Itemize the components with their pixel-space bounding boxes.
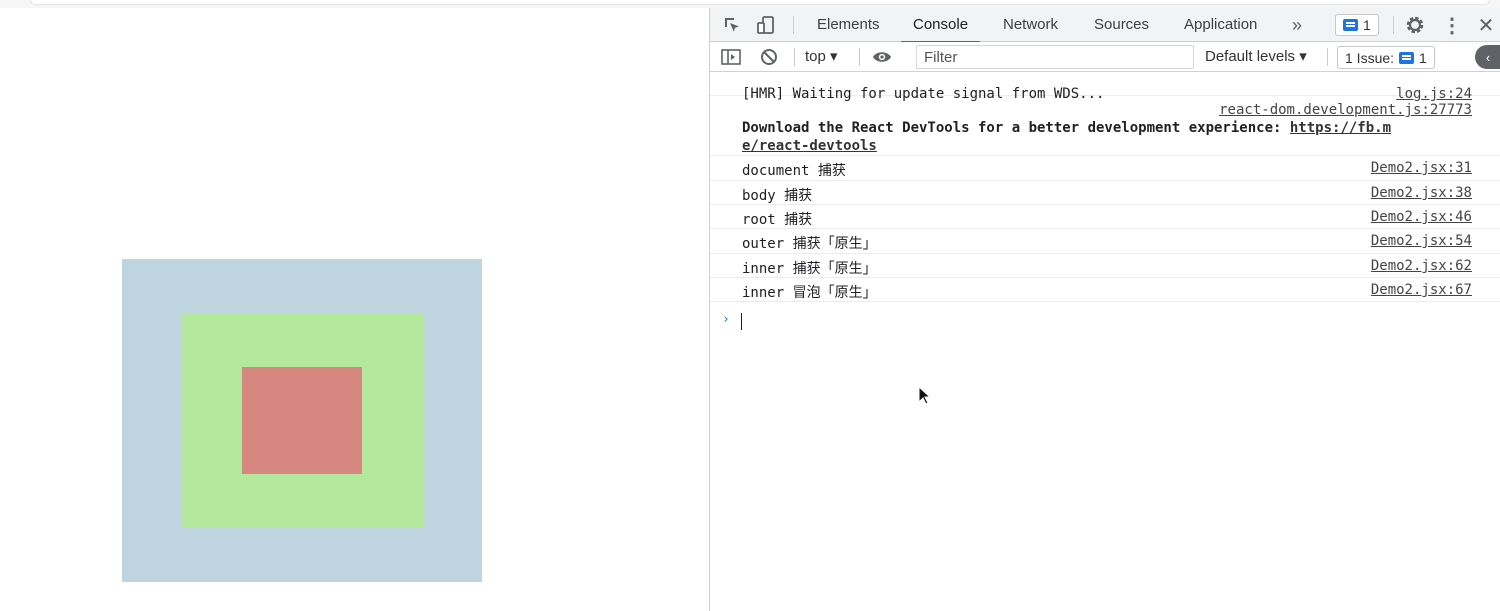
react-devtools-link[interactable]: https://fb.m bbox=[1290, 120, 1391, 136]
close-icon[interactable]: ✕ bbox=[1476, 15, 1496, 37]
source-link[interactable]: react-dom.development.js:27773 bbox=[1219, 102, 1472, 118]
devtools-tab-bar: Elements Console Network Sources Applica… bbox=[710, 8, 1500, 43]
source-link[interactable]: Demo2.jsx:54 bbox=[1371, 233, 1472, 249]
chevron-double-right-icon[interactable]: » bbox=[1287, 15, 1307, 35]
source-link[interactable]: Demo2.jsx:38 bbox=[1371, 185, 1472, 201]
inner-box[interactable] bbox=[242, 367, 362, 474]
inspect-element-icon[interactable] bbox=[722, 15, 742, 35]
console-row: body 捕获 Demo2.jsx:38 bbox=[710, 181, 1500, 205]
console-row: outer 捕获「原生」 Demo2.jsx:54 bbox=[710, 229, 1500, 254]
log-levels-dropdown[interactable]: Default levels ▾ bbox=[1205, 42, 1307, 72]
devtools-panel: Elements Console Network Sources Applica… bbox=[709, 8, 1500, 611]
console-output: [HMR] Waiting for update signal from WDS… bbox=[710, 72, 1500, 611]
gear-icon[interactable] bbox=[1405, 15, 1425, 35]
device-toggle-icon[interactable] bbox=[756, 15, 776, 35]
sidebar-toggle-icon[interactable] bbox=[721, 47, 741, 67]
console-row: [HMR] Waiting for update signal from WDS… bbox=[710, 72, 1500, 102]
react-devtools-link[interactable]: e/react-devtools bbox=[742, 138, 877, 154]
browser-top-strip bbox=[0, 0, 1500, 8]
filter-input[interactable] bbox=[916, 45, 1194, 69]
tab-elements[interactable]: Elements bbox=[817, 8, 880, 42]
tab-sources[interactable]: Sources bbox=[1094, 8, 1149, 42]
tab-application[interactable]: Application bbox=[1184, 8, 1257, 42]
issue-icon bbox=[1399, 51, 1415, 64]
console-row: inner 冒泡「原生」 Demo2.jsx:67 bbox=[710, 278, 1500, 302]
issues-badge[interactable]: 1 Issue: 1 bbox=[1337, 46, 1435, 69]
tab-console[interactable]: Console bbox=[900, 8, 981, 43]
message-icon bbox=[1343, 19, 1358, 31]
console-row: react-dom.development.js:27773 Download … bbox=[710, 96, 1500, 156]
page-viewport bbox=[0, 8, 709, 611]
chevron-left-icon[interactable]: ‹ bbox=[1475, 45, 1500, 69]
source-link[interactable]: Demo2.jsx:62 bbox=[1371, 258, 1472, 274]
console-row: document 捕获 Demo2.jsx:31 bbox=[710, 156, 1500, 181]
console-toolbar: top ▾ Default levels ▾ 1 Issue: 1 ‹ bbox=[710, 42, 1500, 72]
mouse-cursor-icon bbox=[918, 386, 932, 405]
clear-console-icon[interactable] bbox=[759, 47, 779, 67]
context-selector[interactable]: top ▾ bbox=[805, 42, 838, 72]
kebab-menu-icon[interactable]: ⋮ bbox=[1442, 15, 1462, 37]
message-count-badge[interactable]: 1 bbox=[1335, 14, 1379, 36]
console-row: root 捕获 Demo2.jsx:46 bbox=[710, 205, 1500, 229]
source-link[interactable]: Demo2.jsx:46 bbox=[1371, 209, 1472, 225]
source-link[interactable]: Demo2.jsx:31 bbox=[1371, 160, 1472, 176]
console-input-caret[interactable] bbox=[741, 313, 742, 330]
prompt-chevron-icon: › bbox=[722, 312, 730, 327]
eye-icon[interactable] bbox=[872, 47, 892, 67]
tab-network[interactable]: Network bbox=[1003, 8, 1058, 42]
console-row: inner 捕获「原生」 Demo2.jsx:62 bbox=[710, 254, 1500, 278]
source-link[interactable]: Demo2.jsx:67 bbox=[1371, 282, 1472, 298]
